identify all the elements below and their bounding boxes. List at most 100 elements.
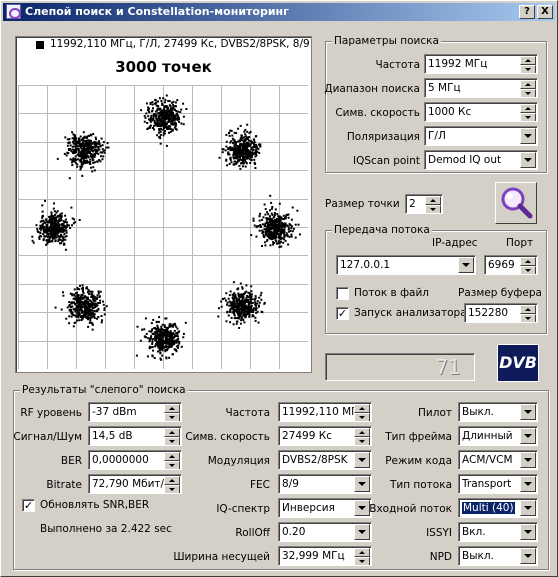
constellation-point bbox=[84, 152, 87, 155]
update-snr-checkbox[interactable]: ✓ bbox=[22, 499, 35, 512]
npd-select[interactable]: Выкл. bbox=[458, 546, 538, 566]
constellation-point bbox=[239, 124, 242, 127]
res-sr-spinner[interactable] bbox=[354, 428, 370, 445]
snr-spinner[interactable] bbox=[164, 428, 180, 445]
constellation-point bbox=[156, 134, 159, 137]
constellation-point bbox=[151, 110, 153, 113]
chevron-down-icon[interactable] bbox=[354, 452, 370, 468]
constellation-point bbox=[160, 128, 163, 131]
constellation-point bbox=[77, 153, 80, 156]
issyi-select[interactable]: Вкл. bbox=[458, 522, 538, 542]
point-size-input[interactable]: 2 bbox=[405, 194, 443, 214]
constellation-point bbox=[255, 311, 258, 314]
chevron-down-icon[interactable] bbox=[520, 524, 536, 540]
bw-spinner[interactable] bbox=[354, 548, 370, 565]
constellation-point bbox=[71, 161, 73, 164]
constellation-point bbox=[269, 226, 272, 229]
chevron-down-icon[interactable] bbox=[354, 524, 370, 540]
search-button[interactable] bbox=[495, 182, 537, 224]
constellation-point bbox=[156, 324, 159, 327]
chevron-down-icon[interactable] bbox=[354, 500, 370, 516]
port-spinner[interactable] bbox=[520, 257, 536, 274]
constellation-point bbox=[63, 233, 66, 236]
ber-spinner[interactable] bbox=[164, 452, 180, 469]
constellation-point bbox=[102, 303, 105, 306]
point-size-spinner[interactable] bbox=[425, 196, 441, 213]
buffer-spinner[interactable] bbox=[520, 305, 536, 322]
constellation-point bbox=[235, 147, 238, 150]
constellation-point bbox=[173, 343, 176, 346]
to-file-checkbox[interactable] bbox=[336, 287, 349, 300]
chevron-down-icon[interactable] bbox=[458, 257, 474, 273]
chevron-down-icon[interactable] bbox=[520, 452, 536, 468]
constellation-point bbox=[168, 356, 171, 359]
constellation-point bbox=[68, 315, 71, 318]
constellation-point bbox=[51, 230, 54, 233]
chevron-down-icon[interactable] bbox=[520, 152, 536, 168]
iqscan-select[interactable]: Demod IQ out bbox=[424, 150, 538, 170]
help-button[interactable]: ? bbox=[519, 5, 535, 19]
chevron-down-icon[interactable] bbox=[520, 404, 536, 420]
constellation-point bbox=[254, 144, 257, 147]
code-select[interactable]: ACM/VCM bbox=[458, 450, 538, 470]
sr-input[interactable]: 1000 Кс bbox=[424, 102, 538, 122]
constellation-point bbox=[240, 319, 243, 322]
iqspec-select[interactable]: Инверсия bbox=[278, 498, 372, 518]
constellation-point bbox=[93, 146, 96, 149]
constellation-point bbox=[92, 133, 95, 135]
bitrate-spinner[interactable] bbox=[164, 476, 180, 493]
constellation-point bbox=[89, 300, 92, 303]
rolloff-select[interactable]: 0.20 bbox=[278, 522, 372, 542]
ip-select[interactable]: 127.0.0.1 bbox=[336, 255, 476, 275]
ip-label: IP-адрес bbox=[432, 237, 478, 249]
constellation-point bbox=[272, 237, 275, 240]
freq-spinner[interactable] bbox=[520, 56, 536, 73]
constellation-point bbox=[218, 307, 220, 310]
chevron-down-icon[interactable] bbox=[520, 548, 536, 564]
range-spinner[interactable] bbox=[520, 80, 536, 97]
constellation-point bbox=[288, 235, 291, 238]
constellation-point bbox=[100, 155, 102, 158]
buffer-input[interactable]: 152280 bbox=[464, 303, 538, 323]
res-freq-label: Частота bbox=[225, 407, 271, 419]
chevron-down-icon[interactable] bbox=[520, 128, 536, 144]
constellation-point bbox=[96, 149, 99, 152]
close-button[interactable]: X bbox=[537, 5, 553, 19]
constellation-point bbox=[53, 219, 56, 222]
pilot-select[interactable]: Выкл. bbox=[458, 402, 538, 422]
mod-select[interactable]: DVBS2/8PSK bbox=[278, 450, 372, 470]
constellation-point bbox=[77, 298, 79, 301]
stype-select[interactable]: Transport bbox=[458, 474, 538, 494]
constellation-point bbox=[245, 144, 248, 147]
rf-spinner[interactable] bbox=[164, 404, 180, 421]
res-freq-spinner[interactable] bbox=[354, 404, 370, 421]
fec-select[interactable]: 8/9 bbox=[278, 474, 372, 494]
freq-label: Частота bbox=[375, 59, 421, 71]
constellation-point bbox=[81, 284, 84, 287]
constellation-point bbox=[244, 149, 247, 152]
chevron-down-icon[interactable] bbox=[354, 476, 370, 492]
constellation-point bbox=[282, 231, 285, 234]
constellation-point bbox=[249, 162, 252, 164]
instream-select[interactable]: Multi (40) bbox=[458, 498, 538, 518]
chevron-down-icon[interactable] bbox=[520, 428, 536, 444]
chevron-down-icon[interactable] bbox=[520, 476, 536, 492]
chevron-down-icon[interactable] bbox=[520, 500, 536, 516]
constellation-point bbox=[51, 222, 54, 225]
range-input[interactable]: 5 МГц bbox=[424, 78, 538, 98]
sr-spinner[interactable] bbox=[520, 104, 536, 121]
constellation-point bbox=[225, 140, 228, 143]
pol-select[interactable]: Г/Л bbox=[424, 126, 538, 146]
freq-input[interactable]: 11992 МГц bbox=[424, 54, 538, 74]
constellation-point bbox=[76, 304, 78, 307]
update-snr-label: Обновлять SNR,BER bbox=[40, 499, 150, 511]
constellation-point bbox=[168, 332, 171, 335]
constellation-point bbox=[277, 228, 280, 230]
constellation-point bbox=[76, 294, 79, 296]
constellation-point bbox=[103, 307, 106, 310]
analyzer-checkbox[interactable]: ✓ bbox=[336, 307, 349, 320]
port-input[interactable]: 6969 bbox=[484, 255, 538, 275]
constellation-point bbox=[148, 111, 151, 114]
constellation-point bbox=[254, 167, 257, 169]
frame-select[interactable]: Длинный bbox=[458, 426, 538, 446]
